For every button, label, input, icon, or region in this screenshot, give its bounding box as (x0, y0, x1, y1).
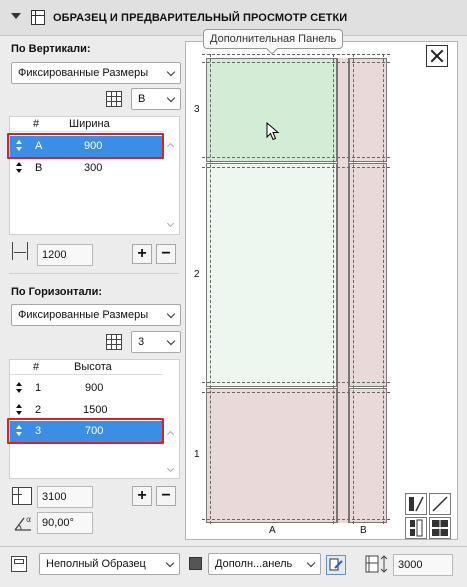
remove-row-button[interactable]: − (156, 486, 176, 506)
vertical-table-scrollbar[interactable] (163, 117, 179, 234)
scroll-up-icon[interactable] (166, 430, 175, 439)
grid-icon (106, 334, 122, 350)
panel-cell-b1[interactable] (349, 388, 387, 523)
horizontal-table-scrollbar[interactable] (163, 360, 179, 478)
horizontal-count-value: 3 (138, 336, 145, 348)
column-header-num: # (33, 361, 40, 373)
guide-line (202, 519, 390, 520)
table-row[interactable]: B 300 (10, 158, 163, 180)
angle-field[interactable]: 90,00° (37, 512, 93, 534)
edit-panel-button[interactable] (326, 555, 346, 575)
horizontal-label: По Горизонтали: (11, 286, 103, 298)
sort-icon[interactable] (16, 404, 22, 416)
guide-line (202, 62, 390, 63)
guide-line (210, 54, 211, 524)
vertical-table-header: # Ширина (10, 117, 163, 132)
row-label: 2 (194, 269, 200, 280)
panel-cell-b3[interactable] (349, 58, 387, 162)
tooltip: Дополнительная Панель (203, 29, 344, 49)
panel-cell-a3[interactable] (206, 58, 337, 162)
vertical-total-field[interactable]: 1200 (37, 244, 93, 266)
vertical-count-value: B (138, 93, 146, 105)
row-id: 1 (35, 382, 42, 394)
guide-line (202, 392, 390, 393)
remove-column-button[interactable]: − (156, 244, 176, 264)
scroll-down-icon[interactable] (166, 219, 175, 228)
row-value[interactable]: 300 (84, 162, 102, 174)
guide-line (383, 54, 384, 524)
vertical-mode-value: Фиксированные Размеры (18, 67, 149, 79)
height-icon (12, 487, 32, 505)
divider (9, 273, 179, 274)
guide-line (202, 167, 390, 168)
column-header-height: Высота (74, 361, 112, 373)
guide-line (202, 54, 390, 55)
sort-icon[interactable] (16, 382, 22, 394)
add-row-button[interactable]: + (132, 486, 152, 506)
panel-select[interactable]: Дополн...анель (208, 553, 321, 575)
grid-settings-icon (31, 10, 45, 25)
scroll-up-icon[interactable] (166, 142, 175, 151)
row-id: B (35, 162, 43, 174)
vertical-label: По Вертикали: (11, 43, 91, 55)
row-label: 3 (194, 104, 200, 115)
panel-icon (189, 557, 202, 570)
sample-icon (11, 556, 27, 572)
close-icon[interactable] (426, 45, 448, 67)
height-icon (365, 555, 389, 573)
panel-value: Дополн...анель (215, 558, 293, 570)
sort-icon[interactable] (16, 162, 22, 174)
grid-preview: 3 2 1 A B (185, 41, 458, 540)
selection-highlight (7, 418, 164, 444)
panel-pattern-icon[interactable] (405, 517, 427, 539)
chevron-down-icon (166, 309, 176, 319)
column-label: B (360, 525, 367, 536)
panel-title: ОБРАЗЕЦ И ПРЕДВАРИТЕЛЬНЫЙ ПРОСМОТР СЕТКИ (53, 12, 348, 24)
width-icon (12, 242, 32, 260)
edit-line-icon[interactable] (405, 493, 427, 515)
column-header-num: # (33, 118, 40, 130)
height-field[interactable]: 3000 (393, 554, 453, 576)
chevron-down-icon (166, 336, 176, 346)
chevron-down-icon (165, 558, 175, 568)
angle-icon: α (13, 514, 35, 532)
panel-grid-icon[interactable] (429, 517, 451, 539)
chevron-down-icon (306, 558, 316, 568)
vertical-mode-select[interactable]: Фиксированные Размеры (11, 62, 181, 84)
horizontal-mode-value: Фиксированные Размеры (18, 309, 149, 321)
sample-select[interactable]: Неполный Образец (39, 553, 180, 575)
edit-diagonal-icon[interactable] (429, 493, 451, 515)
cursor-icon (266, 121, 280, 145)
column-header-width: Ширина (69, 118, 110, 130)
guide-line (353, 54, 354, 524)
selection-highlight (7, 133, 164, 159)
horizontal-table-header: # Высота (10, 360, 163, 375)
guide-line (202, 382, 390, 383)
add-column-button[interactable]: + (132, 244, 152, 264)
row-label: 1 (194, 449, 200, 460)
panel-cell-b2[interactable] (349, 163, 387, 387)
vertical-count-select[interactable]: B (131, 88, 181, 110)
chevron-down-icon (166, 93, 176, 103)
grid-icon (106, 91, 122, 107)
table-row[interactable]: 1 900 (10, 378, 163, 400)
panel-cell-a1[interactable] (206, 388, 337, 523)
sample-value: Неполный Образец (46, 558, 146, 570)
row-value[interactable]: 1500 (83, 404, 107, 416)
row-value[interactable]: 900 (85, 382, 103, 394)
row-id: 2 (35, 404, 42, 416)
guide-line (333, 54, 334, 524)
horizontal-total-field[interactable]: 3100 (37, 486, 93, 508)
scroll-down-icon[interactable] (166, 464, 175, 473)
mullion (337, 58, 349, 523)
horizontal-count-select[interactable]: 3 (131, 331, 181, 353)
svg-text:α: α (26, 515, 31, 524)
column-label: A (269, 525, 276, 536)
horizontal-mode-select[interactable]: Фиксированные Размеры (11, 304, 181, 326)
chevron-down-icon (166, 67, 176, 77)
guide-line (202, 157, 390, 158)
collapse-arrow-icon[interactable] (11, 13, 21, 19)
panel-cell-a2[interactable] (206, 163, 337, 387)
